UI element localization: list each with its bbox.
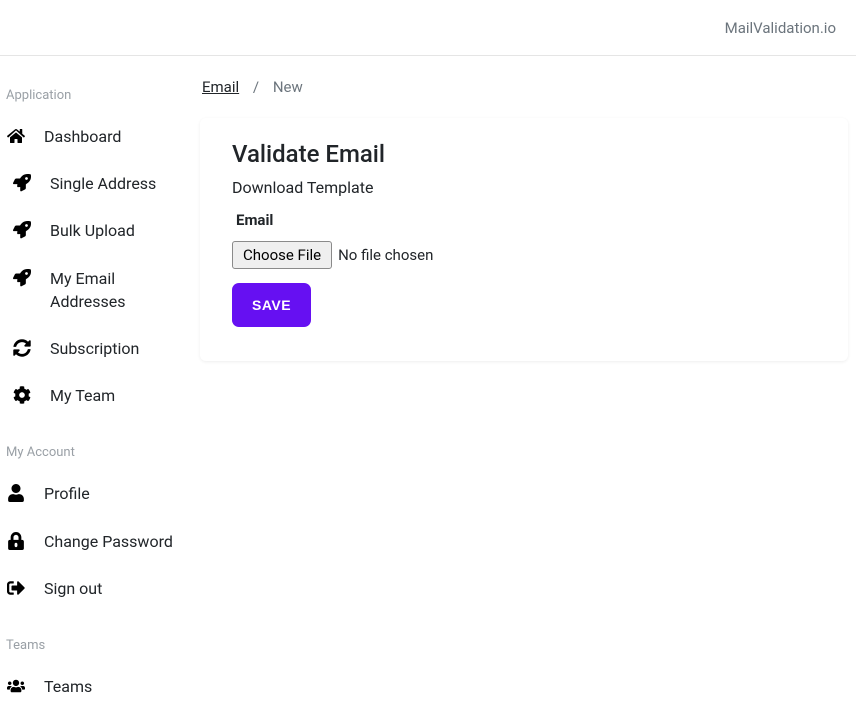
rocket-icon [12, 220, 32, 240]
sidebar-item-profile[interactable]: Profile [6, 470, 200, 517]
sidebar-item-dashboard[interactable]: Dashboard [6, 113, 200, 160]
user-icon [6, 483, 26, 503]
download-template-link[interactable]: Download Template [232, 178, 373, 197]
breadcrumb: Email / New [200, 78, 856, 96]
sidebar-item-my-team[interactable]: My Team [6, 372, 200, 419]
gear-icon [12, 385, 32, 405]
sidebar-group-application: Application [6, 66, 200, 113]
rocket-icon [12, 173, 32, 193]
sidebar-item-label: Change Password [44, 530, 173, 553]
sidebar-item-sign-out[interactable]: Sign out [6, 565, 200, 612]
sidebar-item-label: Sign out [44, 577, 102, 600]
breadcrumb-separator: / [253, 78, 259, 96]
home-icon [6, 126, 26, 146]
sidebar-item-subscription[interactable]: Subscription [6, 325, 200, 372]
breadcrumb-current: New [273, 78, 303, 96]
sidebar-group-my-account: My Account [6, 419, 200, 470]
users-icon [6, 676, 26, 696]
sidebar-item-label: Single Address [50, 172, 156, 195]
save-button[interactable]: SAVE [232, 283, 311, 327]
sidebar-item-label: Bulk Upload [50, 219, 135, 242]
sidebar-item-label: Subscription [50, 337, 139, 360]
choose-file-button[interactable]: Choose File [232, 241, 332, 269]
card-title: Validate Email [232, 140, 816, 168]
sign-out-icon [6, 578, 26, 598]
sidebar-item-single-address[interactable]: Single Address [6, 160, 200, 207]
sidebar: Application Dashboard Single Address Bul… [0, 56, 200, 675]
brand-label: MailValidation.io [725, 19, 836, 37]
sidebar-item-label: Profile [44, 482, 90, 505]
sidebar-item-label: My Email Addresses [50, 267, 170, 313]
sidebar-item-label: My Team [50, 384, 115, 407]
rocket-icon [12, 268, 32, 288]
breadcrumb-link-email[interactable]: Email [202, 78, 239, 96]
file-status-text: No file chosen [338, 246, 433, 264]
lock-icon [6, 531, 26, 551]
sidebar-item-my-email-addresses[interactable]: My Email Addresses [6, 255, 200, 325]
main-content: Email / New Validate Email Download Temp… [200, 56, 856, 675]
sidebar-item-label: Teams [44, 675, 92, 698]
email-field-label: Email [236, 211, 816, 229]
sidebar-item-teams[interactable]: Teams [6, 663, 200, 710]
sidebar-item-change-password[interactable]: Change Password [6, 518, 200, 565]
refresh-icon [12, 338, 32, 358]
topbar: MailValidation.io [0, 0, 856, 56]
sidebar-item-label: Dashboard [44, 125, 121, 148]
sidebar-item-bulk-upload[interactable]: Bulk Upload [6, 207, 200, 254]
sidebar-group-teams: Teams [6, 612, 200, 663]
validate-email-card: Validate Email Download Template Email C… [200, 118, 848, 361]
